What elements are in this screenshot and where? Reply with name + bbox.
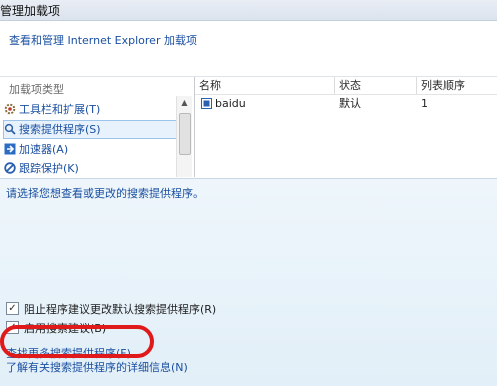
- search-icon: [4, 123, 16, 135]
- search-provider-icon: [201, 98, 212, 109]
- category-toolbars-extensions[interactable]: 工具栏和扩展(T): [4, 101, 176, 119]
- column-header-order[interactable]: 列表顺序: [417, 77, 497, 94]
- scroll-thumb[interactable]: [179, 113, 191, 155]
- gear-icon: [4, 103, 16, 115]
- header-area: 查看和管理 Internet Explorer 加载项: [0, 21, 497, 75]
- addon-types-group-label: 加载项类型: [9, 83, 64, 96]
- category-label: 搜索提供程序(S): [19, 123, 101, 136]
- column-header-name[interactable]: 名称: [195, 77, 335, 94]
- search-providers-list: 名称 状态 列表顺序 baidu 默认 1: [195, 77, 497, 177]
- learn-more-link[interactable]: 了解有关搜索提供程序的详细信息(N): [6, 359, 188, 375]
- provider-status: 默认: [339, 97, 361, 110]
- category-accelerators[interactable]: 加速器(A): [4, 141, 176, 159]
- block-change-default-checkbox[interactable]: ✓: [6, 302, 19, 315]
- scroll-up-icon[interactable]: ▲: [177, 96, 192, 110]
- title-bar: 管理加载项: [0, 0, 497, 21]
- category-tracking-protection[interactable]: 跟踪保护(K): [4, 160, 176, 178]
- details-prompt: 请选择您想查看或更改的搜索提供程序。: [6, 187, 204, 200]
- provider-name: baidu: [215, 97, 246, 110]
- category-label: 工具栏和扩展(T): [19, 103, 101, 116]
- accelerator-icon: [4, 143, 16, 155]
- category-label: 加速器(A): [19, 143, 69, 156]
- view-manage-addons-link[interactable]: 查看和管理 Internet Explorer 加载项: [9, 32, 197, 48]
- tracking-protection-icon: [4, 162, 16, 174]
- enable-suggestions-checkbox[interactable]: ✓: [6, 321, 19, 334]
- categories-scrollbar[interactable]: ▲: [176, 96, 192, 177]
- category-label: 跟踪保护(K): [19, 162, 79, 175]
- block-change-default-label: 阻止程序建议更改默认搜索提供程序(R): [24, 303, 217, 316]
- enable-suggestions-label: 启用搜索建议(B): [24, 322, 107, 335]
- window-title: 管理加载项: [0, 4, 61, 18]
- category-search-providers[interactable]: 搜索提供程序(S): [3, 120, 177, 139]
- column-header-status[interactable]: 状态: [335, 77, 417, 94]
- provider-order: 1: [421, 97, 428, 110]
